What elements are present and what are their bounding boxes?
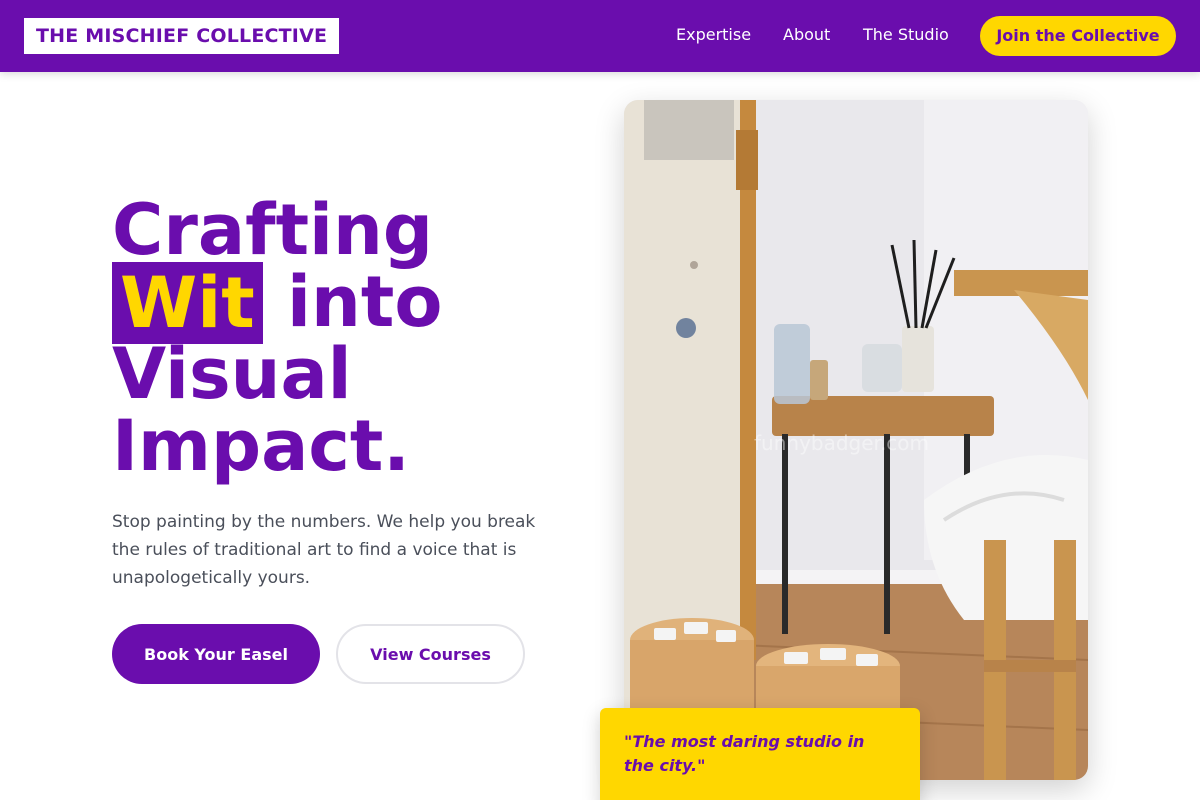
book-easel-button[interactable]: Book Your Easel [112,624,320,684]
art-studio-photo: funnybadger.com [624,100,1088,780]
nav-link-the-studio[interactable]: The Studio [863,24,949,46]
testimonial-quote: "The most daring studio in the city." [624,732,865,775]
nav-link-expertise[interactable]: Expertise [676,24,751,46]
photo-watermark: funnybadger.com [754,431,929,455]
headline-line-2-rest: into [262,261,443,343]
headline-line-3: Visual [112,333,352,415]
join-collective-button[interactable]: Join the Collective [980,16,1176,56]
headline-line-4: Impact. [112,405,410,487]
headline-highlight-wit: Wit [112,262,263,344]
top-navigation: THE MISCHIEF COLLECTIVE Expertise About … [0,0,1200,72]
hero-subtext: Stop painting by the numbers. We help yo… [112,512,536,588]
hero-headline: Crafting Wit into Visual Impact. [112,194,532,482]
testimonial-quote-card: "The most daring studio in the city." [600,708,920,800]
headline-line-2: Wit into [112,262,532,344]
view-courses-button[interactable]: View Courses [336,624,525,684]
nav-link-about[interactable]: About [783,24,830,46]
headline-line-1: Crafting [112,189,433,271]
site-logo[interactable]: THE MISCHIEF COLLECTIVE [24,18,340,54]
